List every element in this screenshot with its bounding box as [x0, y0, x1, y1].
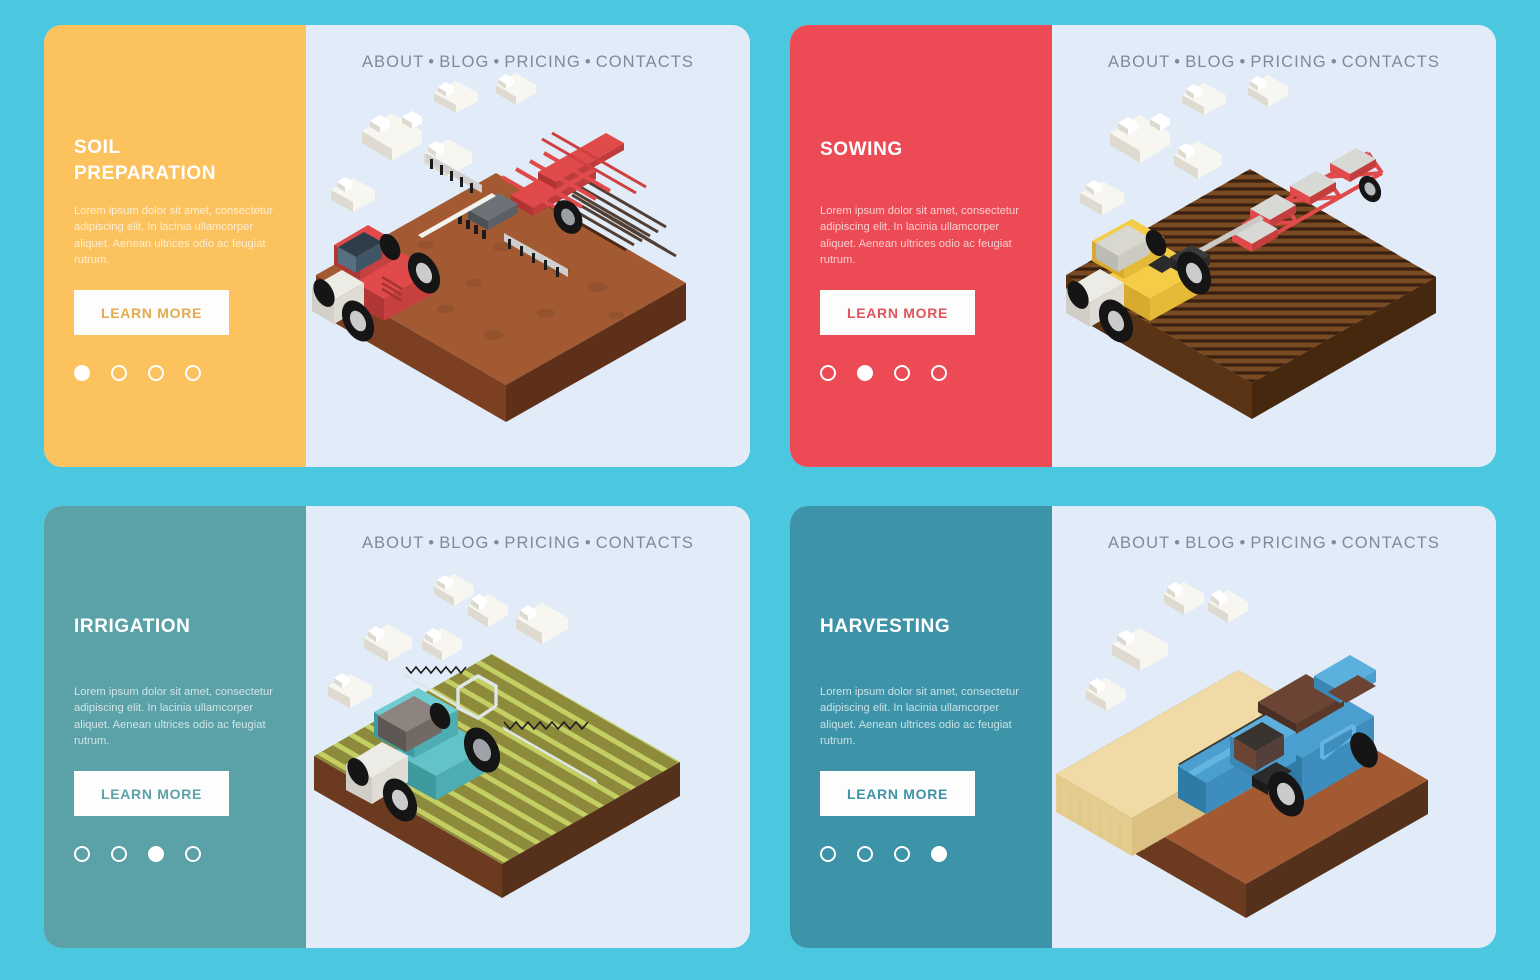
card-title-line-1: IRRIGATION — [74, 616, 191, 637]
banner-card-harvesting: HARVESTING Lorem ipsum dolor sit amet, c… — [790, 506, 1496, 948]
card-info-panel: IRRIGATION Lorem ipsum dolor sit amet, c… — [44, 506, 306, 948]
banner-set: SOIL PREPARATION Lorem ipsum dolor sit a… — [0, 0, 1540, 980]
carousel-dot-3[interactable] — [894, 846, 910, 862]
card-description: Lorem ipsum dolor sit amet, consectetur … — [820, 205, 1019, 267]
carousel-dots[interactable] — [74, 846, 201, 862]
carousel-dots[interactable] — [74, 365, 201, 381]
carousel-dot-1[interactable] — [820, 365, 836, 381]
carousel-dot-3[interactable] — [148, 846, 164, 862]
carousel-dot-1[interactable] — [74, 846, 90, 862]
card-info-panel: HARVESTING Lorem ipsum dolor sit amet, c… — [790, 506, 1052, 948]
learn-more-button[interactable]: LEARN MORE — [74, 290, 229, 335]
banner-card-soil-preparation: SOIL PREPARATION Lorem ipsum dolor sit a… — [44, 25, 750, 467]
carousel-dot-2[interactable] — [857, 365, 873, 381]
card-title-line-1: SOWING — [820, 139, 903, 160]
carousel-dot-4[interactable] — [931, 846, 947, 862]
carousel-dot-2[interactable] — [857, 846, 873, 862]
card-title-line-2: PREPARATION — [74, 163, 217, 184]
card-illustration-area: ABOUT • BLOG • PRICING • CONTACTS — [306, 25, 750, 467]
sowing-illustration — [1052, 25, 1496, 467]
card-info-panel: SOIL PREPARATION Lorem ipsum dolor sit a… — [44, 25, 306, 467]
card-illustration-area: ABOUT • BLOG • PRICING • CONTACTS — [1052, 25, 1496, 467]
card-description: Lorem ipsum dolor sit amet, consectetur … — [74, 686, 273, 748]
card-illustration-area: ABOUT • BLOG • PRICING • CONTACTS — [306, 506, 750, 948]
carousel-dot-2[interactable] — [111, 365, 127, 381]
carousel-dots[interactable] — [820, 846, 947, 862]
carousel-dot-1[interactable] — [820, 846, 836, 862]
irrigation-illustration — [306, 506, 750, 948]
card-description: Lorem ipsum dolor sit amet, consectetur … — [820, 686, 1019, 748]
learn-more-button[interactable]: LEARN MORE — [820, 290, 975, 335]
carousel-dot-1[interactable] — [74, 365, 90, 381]
card-info-panel: SOWING Lorem ipsum dolor sit amet, conse… — [790, 25, 1052, 467]
learn-more-button[interactable]: LEARN MORE — [74, 771, 229, 816]
banner-card-sowing: SOWING Lorem ipsum dolor sit amet, conse… — [790, 25, 1496, 467]
harvesting-illustration — [1052, 506, 1496, 948]
carousel-dot-2[interactable] — [111, 846, 127, 862]
soil-preparation-illustration — [306, 25, 750, 467]
card-title: SOWING — [820, 137, 1032, 163]
card-description: Lorem ipsum dolor sit amet, consectetur … — [74, 205, 273, 267]
banner-card-irrigation: IRRIGATION Lorem ipsum dolor sit amet, c… — [44, 506, 750, 948]
carousel-dot-4[interactable] — [931, 365, 947, 381]
card-title-line-1: SOIL — [74, 137, 121, 158]
card-title: IRRIGATION — [74, 614, 286, 640]
card-title: HARVESTING — [820, 614, 1032, 640]
card-title-line-1: HARVESTING — [820, 616, 951, 637]
carousel-dot-4[interactable] — [185, 846, 201, 862]
card-title: SOIL PREPARATION — [74, 135, 286, 187]
carousel-dot-4[interactable] — [185, 365, 201, 381]
learn-more-button[interactable]: LEARN MORE — [820, 771, 975, 816]
carousel-dot-3[interactable] — [894, 365, 910, 381]
carousel-dots[interactable] — [820, 365, 947, 381]
carousel-dot-3[interactable] — [148, 365, 164, 381]
card-illustration-area: ABOUT • BLOG • PRICING • CONTACTS — [1052, 506, 1496, 948]
